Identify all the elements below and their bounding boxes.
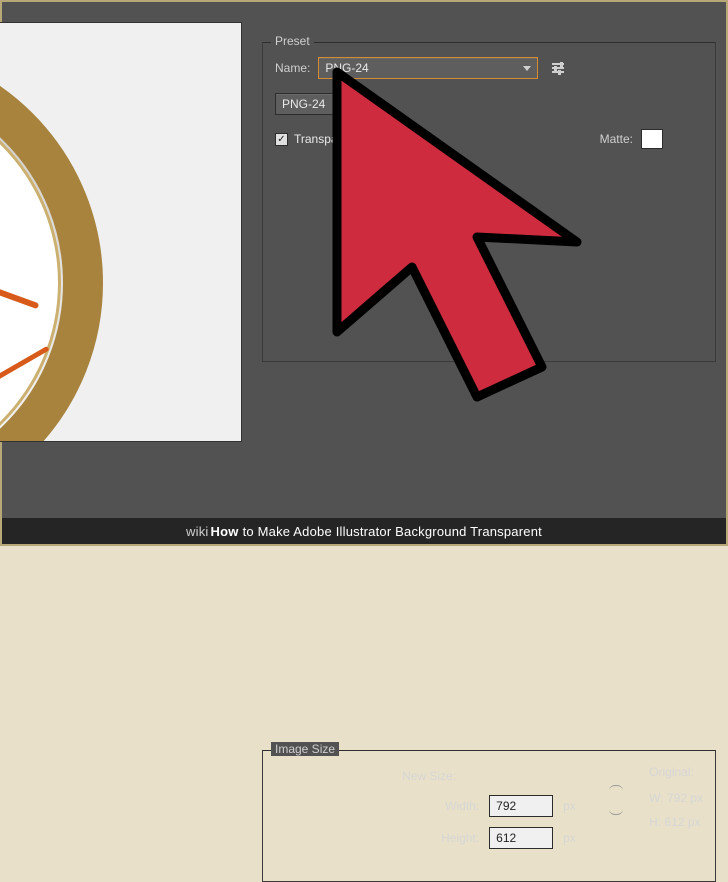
preset-group-label: Preset (271, 34, 314, 48)
new-size-label: New Size: (275, 769, 583, 783)
original-width-value: 792 px (667, 791, 703, 805)
transparency-checkbox[interactable]: ✓ Transparency (275, 132, 367, 146)
canvas (0, 22, 242, 442)
image-size-group-label: Image Size (271, 742, 339, 756)
height-label: Height: (429, 831, 479, 845)
constrain-proportions[interactable] (609, 765, 623, 815)
matte-swatch[interactable] (641, 129, 663, 149)
settings-panel: Preset Name: PNG-24 PNG-24 ✓ (262, 42, 716, 534)
link-icon (609, 785, 623, 815)
width-input[interactable] (489, 795, 553, 817)
artwork-preview (2, 22, 252, 452)
matte-label: Matte: (600, 132, 633, 146)
preset-name-value: PNG-24 (325, 61, 368, 75)
format-value: PNG-24 (282, 97, 325, 111)
height-input[interactable] (489, 827, 553, 849)
preset-options-icon[interactable] (552, 63, 564, 73)
watermark-how: How (211, 524, 239, 539)
check-icon: ✓ (275, 133, 288, 146)
px-unit: px (563, 831, 583, 845)
original-width-label: W: (649, 791, 663, 805)
watermark-text: to Make Adobe Illustrator Background Tra… (243, 524, 542, 539)
px-unit: px (563, 799, 583, 813)
original-height-label: H: (649, 815, 661, 829)
preset-name-dropdown[interactable]: PNG-24 (318, 57, 538, 79)
name-label: Name: (275, 61, 310, 75)
watermark-prefix: wiki (186, 524, 208, 539)
preset-group: Preset Name: PNG-24 PNG-24 ✓ (262, 42, 716, 362)
image-size-group: Image Size New Size: Width: px Height: p… (262, 750, 716, 882)
clock-artwork (0, 43, 103, 442)
chevron-down-icon (352, 102, 360, 107)
watermark: wikiHow to Make Adobe Illustrator Backgr… (2, 518, 726, 544)
app-window: Preset Name: PNG-24 PNG-24 ✓ (0, 0, 728, 546)
width-label: Width: (429, 799, 479, 813)
transparency-label: Transparency (294, 132, 367, 146)
chevron-down-icon (523, 66, 531, 71)
original-height-value: 612 px (665, 815, 701, 829)
format-dropdown[interactable]: PNG-24 (275, 93, 367, 115)
original-label: Original: (649, 765, 703, 779)
